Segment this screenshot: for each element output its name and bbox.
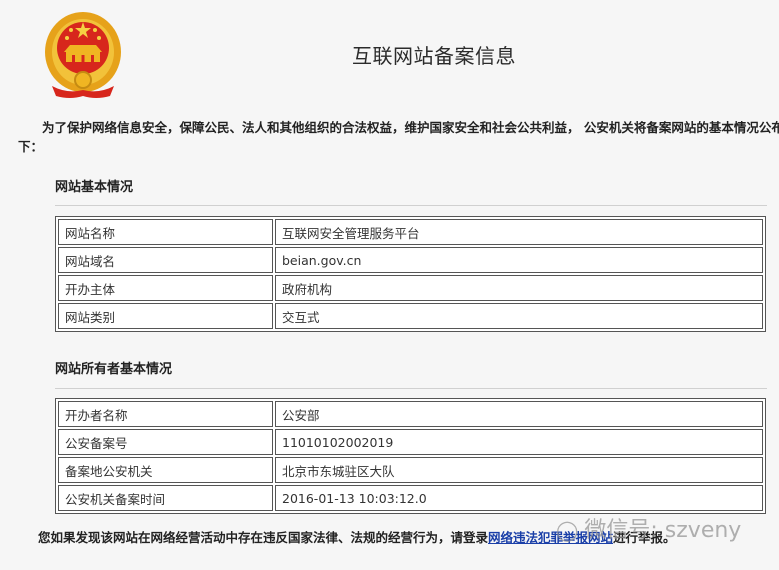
watermark-text: 微信号: szveny <box>584 518 742 543</box>
record-time-value: 2016-01-13 10:03:12.0 <box>275 485 763 511</box>
record-number-label: 公安备案号 <box>58 429 273 455</box>
owner-info-section-title: 网站所有者基本情况 <box>55 362 173 377</box>
watermark: ◯ 微信号: szveny <box>556 512 741 544</box>
page-title: 互联网站备案信息 <box>352 44 516 68</box>
site-category-value: 交互式 <box>275 303 763 329</box>
table-row: 备案地公安机关 北京市东城驻区大队 <box>58 457 763 483</box>
owner-name-value: 公安部 <box>275 401 763 427</box>
site-name-value: 互联网安全管理服务平台 <box>275 219 763 245</box>
owner-info-table: 开办者名称 公安部 公安备案号 11010102002019 备案地公安机关 北… <box>55 398 766 514</box>
record-number-value: 11010102002019 <box>275 429 763 455</box>
section-divider <box>55 388 767 389</box>
section-divider <box>55 205 767 206</box>
footer-text: 您如果发现该网站在网络经营活动中存在违反国家法律、法规的经营行为，请登录 <box>38 530 489 545</box>
record-time-label: 公安机关备案时间 <box>58 485 273 511</box>
site-host-type-label: 开办主体 <box>58 275 273 301</box>
site-category-label: 网站类别 <box>58 303 273 329</box>
site-info-table: 网站名称 互联网安全管理服务平台 网站域名 beian.gov.cn 开办主体 … <box>55 216 766 332</box>
police-office-value: 北京市东城驻区大队 <box>275 457 763 483</box>
intro-paragraph: 为了保护网络信息安全，保障公民、法人和其他组织的合法权益，维护国家安全和社会公共… <box>18 118 779 156</box>
table-row: 网站域名 beian.gov.cn <box>58 247 763 273</box>
table-row: 公安备案号 11010102002019 <box>58 429 763 455</box>
table-row: 网站名称 互联网安全管理服务平台 <box>58 219 763 245</box>
site-name-label: 网站名称 <box>58 219 273 245</box>
police-office-label: 备案地公安机关 <box>58 457 273 483</box>
table-row: 开办者名称 公安部 <box>58 401 763 427</box>
table-row: 网站类别 交互式 <box>58 303 763 329</box>
intro-line: 为了保护网络信息安全，保障公民、法人和其他组织的合法权益，维护国家安全和社会公共… <box>42 120 779 135</box>
site-host-type-value: 政府机构 <box>275 275 763 301</box>
site-domain-label: 网站域名 <box>58 247 273 273</box>
national-emblem-icon <box>42 8 124 100</box>
wechat-icon: ◯ <box>556 518 579 542</box>
owner-name-label: 开办者名称 <box>58 401 273 427</box>
intro-line: 下： <box>18 139 44 154</box>
site-info-section-title: 网站基本情况 <box>55 180 134 195</box>
table-row: 公安机关备案时间 2016-01-13 10:03:12.0 <box>58 485 763 511</box>
site-domain-value: beian.gov.cn <box>275 247 763 273</box>
table-row: 开办主体 政府机构 <box>58 275 763 301</box>
